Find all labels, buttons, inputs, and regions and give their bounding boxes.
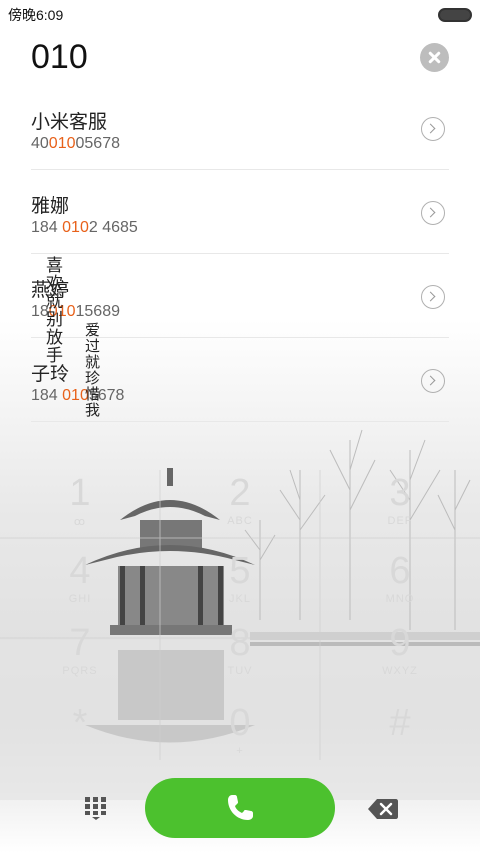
call-button[interactable]: [145, 778, 335, 838]
dial-input[interactable]: 010: [31, 38, 88, 77]
list-item[interactable]: 小米客服 4001005678: [0, 86, 480, 170]
status-time: 傍晚6:09: [8, 7, 64, 23]
overlay-text: 喜欢就别放手: [42, 256, 62, 364]
contact-name: 雅娜: [31, 196, 70, 217]
contact-number: 184 0105678: [31, 387, 125, 404]
overlay-text: 爱过就珍惜我: [83, 322, 101, 418]
divider: [31, 421, 449, 422]
list-item[interactable]: 子玲 184 0105678: [0, 338, 480, 422]
chevron-right-icon[interactable]: [421, 201, 445, 225]
contact-name: 小米客服: [31, 112, 108, 133]
phone-icon: [228, 795, 253, 820]
backspace-icon[interactable]: [368, 798, 398, 820]
chevron-right-icon[interactable]: [421, 117, 445, 141]
battery-icon: [438, 8, 472, 22]
list-item[interactable]: 燕婷 1801015689: [0, 254, 480, 338]
list-item[interactable]: 雅娜 184 0102 4685: [0, 170, 480, 254]
dialpad-icon[interactable]: [84, 796, 108, 820]
chevron-right-icon[interactable]: [421, 285, 445, 309]
contact-number: 184 0102 4685: [31, 219, 138, 236]
chevron-right-icon[interactable]: [421, 369, 445, 393]
status-bar: 傍晚6:09: [0, 0, 480, 28]
bottom-bar: [0, 768, 480, 853]
close-icon[interactable]: [420, 43, 449, 72]
contact-number: 4001005678: [31, 135, 120, 152]
search-results-list: 小米客服 4001005678 雅娜 184 0102 4685 燕婷 1801…: [0, 86, 480, 422]
